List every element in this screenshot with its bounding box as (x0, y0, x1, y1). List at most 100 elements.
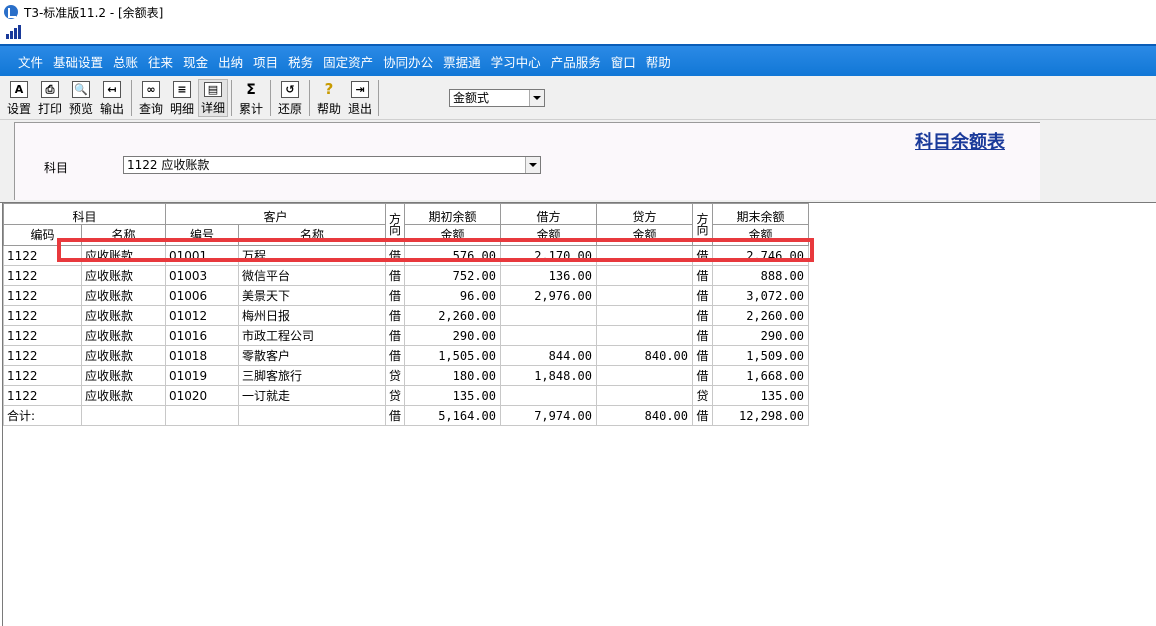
cell-cust-name[interactable]: 零散客户 (238, 345, 386, 366)
cell-cust-code[interactable]: 01019 (165, 365, 239, 386)
cell-dir2[interactable]: 借 (692, 365, 713, 386)
cell-name[interactable]: 应收账款 (81, 305, 166, 326)
cell-cust-name[interactable]: 市政工程公司 (238, 325, 386, 346)
menu-item-7[interactable]: 税务 (288, 52, 313, 71)
total-cell-opening[interactable]: 5,164.00 (404, 405, 501, 426)
cell-code[interactable]: 1122 (3, 325, 82, 346)
cell-dir[interactable]: 借 (385, 265, 405, 286)
cell-closing[interactable]: 888.00 (712, 265, 809, 286)
cell-credit[interactable] (596, 385, 693, 406)
cell-name[interactable]: 应收账款 (81, 325, 166, 346)
table-row[interactable]: 1122 应收账款 01001 万程借 576.00 2,170.00 借 2,746.00 (3, 245, 809, 266)
toolbar-button-help[interactable]: ? 帮助 (314, 79, 344, 117)
cell-debit[interactable]: 2,976.00 (500, 285, 597, 306)
toolbar-button-binoculars[interactable]: ∞ 查询 (136, 79, 166, 117)
cell-closing[interactable]: 3,072.00 (712, 285, 809, 306)
cell-credit[interactable]: 840.00 (596, 345, 693, 366)
total-cell-empty[interactable] (81, 405, 166, 426)
cell-name[interactable]: 应收账款 (81, 245, 166, 266)
total-cell-empty[interactable] (165, 405, 239, 426)
cell-opening[interactable]: 1,505.00 (404, 345, 501, 366)
cell-credit[interactable] (596, 365, 693, 386)
menu-item-10[interactable]: 票据通 (443, 52, 481, 71)
cell-closing[interactable]: 2,746.00 (712, 245, 809, 266)
toolbar-button-preview[interactable]: 🔍 预览 (66, 79, 96, 117)
cell-dir[interactable]: 贷 (385, 385, 405, 406)
cell-cust-code[interactable]: 01018 (165, 345, 239, 366)
document-window-icon[interactable] (6, 25, 22, 39)
cell-debit[interactable] (500, 305, 597, 326)
total-cell-credit[interactable]: 840.00 (596, 405, 693, 426)
cell-opening[interactable]: 752.00 (404, 265, 501, 286)
cell-debit[interactable]: 136.00 (500, 265, 597, 286)
menu-item-11[interactable]: 学习中心 (491, 52, 541, 71)
cell-opening[interactable]: 135.00 (404, 385, 501, 406)
table-row[interactable]: 1122 应收账款 01018 零散客户借 1,505.00 844.00 840.00 借 1… (3, 345, 809, 366)
cell-debit[interactable]: 2,170.00 (500, 245, 597, 266)
cell-name[interactable]: 应收账款 (81, 345, 166, 366)
menu-item-0[interactable]: 文件 (18, 52, 43, 71)
menu-item-13[interactable]: 窗口 (611, 52, 636, 71)
toolbar-button-restore[interactable]: ↺ 还原 (275, 79, 305, 117)
cell-debit[interactable]: 1,848.00 (500, 365, 597, 386)
cell-opening[interactable]: 2,260.00 (404, 305, 501, 326)
cell-code[interactable]: 1122 (3, 285, 82, 306)
cell-dir[interactable]: 贷 (385, 365, 405, 386)
cell-dir[interactable]: 借 (385, 305, 405, 326)
toolbar-button-sigma[interactable]: Σ 累计 (236, 79, 266, 117)
menu-item-5[interactable]: 出纳 (218, 52, 243, 71)
cell-dir2[interactable]: 借 (692, 265, 713, 286)
cell-dir2[interactable]: 借 (692, 245, 713, 266)
cell-credit[interactable] (596, 245, 693, 266)
menu-item-3[interactable]: 往来 (148, 52, 173, 71)
cell-name[interactable]: 应收账款 (81, 285, 166, 306)
cell-closing[interactable]: 2,260.00 (712, 305, 809, 326)
table-total-row[interactable]: 合计: 借 5,164.00 7,974.00 840.00 借 12,298.00 (3, 405, 809, 426)
menu-item-6[interactable]: 项目 (253, 52, 278, 71)
menu-item-8[interactable]: 固定资产 (323, 52, 373, 71)
cell-credit[interactable] (596, 285, 693, 306)
cell-cust-name[interactable]: 一订就走 (238, 385, 386, 406)
chevron-down-icon[interactable] (529, 90, 544, 106)
table-row[interactable]: 1122 应收账款 01019 三脚客旅行贷 180.00 1,848.00 借 1,668.… (3, 365, 809, 386)
cell-cust-code[interactable]: 01006 (165, 285, 239, 306)
cell-cust-code[interactable]: 01012 (165, 305, 239, 326)
cell-code[interactable]: 1122 (3, 265, 82, 286)
menu-item-4[interactable]: 现金 (183, 52, 208, 71)
menu-item-9[interactable]: 协同办公 (383, 52, 433, 71)
format-select[interactable]: 金额式 (449, 89, 545, 107)
cell-cust-name[interactable]: 万程 (238, 245, 386, 266)
cell-closing[interactable]: 290.00 (712, 325, 809, 346)
cell-code[interactable]: 1122 (3, 385, 82, 406)
cell-cust-name[interactable]: 梅州日报 (238, 305, 386, 326)
cell-dir2[interactable]: 贷 (692, 385, 713, 406)
toolbar-button-setup[interactable]: A 设置 (4, 79, 34, 117)
cell-cust-name[interactable]: 美景天下 (238, 285, 386, 306)
menu-item-1[interactable]: 基础设置 (53, 52, 103, 71)
menu-item-14[interactable]: 帮助 (646, 52, 671, 71)
cell-cust-name[interactable]: 三脚客旅行 (238, 365, 386, 386)
cell-cust-code[interactable]: 01001 (165, 245, 239, 266)
cell-credit[interactable] (596, 325, 693, 346)
cell-opening[interactable]: 576.00 (404, 245, 501, 266)
table-row[interactable]: 1122 应收账款 01006 美景天下借 96.00 2,976.00 借 3,072.00 (3, 285, 809, 306)
cell-code[interactable]: 1122 (3, 345, 82, 366)
cell-dir[interactable]: 借 (385, 285, 405, 306)
toolbar-button-exit[interactable]: ⇥ 退出 (345, 79, 375, 117)
total-cell-empty[interactable] (238, 405, 386, 426)
cell-debit[interactable]: 844.00 (500, 345, 597, 366)
cell-code[interactable]: 1122 (3, 365, 82, 386)
cell-code[interactable]: 1122 (3, 305, 82, 326)
cell-dir[interactable]: 借 (385, 345, 405, 366)
toolbar-button-export[interactable]: ↤ 输出 (97, 79, 127, 117)
cell-closing[interactable]: 1,668.00 (712, 365, 809, 386)
toolbar-button-detail[interactable]: ▤ 详细 (198, 79, 228, 117)
table-row[interactable]: 1122 应收账款 01012 梅州日报借 2,260.00 借 2,260.00 (3, 305, 809, 326)
cell-credit[interactable] (596, 305, 693, 326)
cell-name[interactable]: 应收账款 (81, 385, 166, 406)
cell-dir2[interactable]: 借 (692, 325, 713, 346)
cell-name[interactable]: 应收账款 (81, 365, 166, 386)
total-cell-dir[interactable]: 借 (385, 405, 405, 426)
cell-dir2[interactable]: 借 (692, 345, 713, 366)
cell-debit[interactable] (500, 325, 597, 346)
